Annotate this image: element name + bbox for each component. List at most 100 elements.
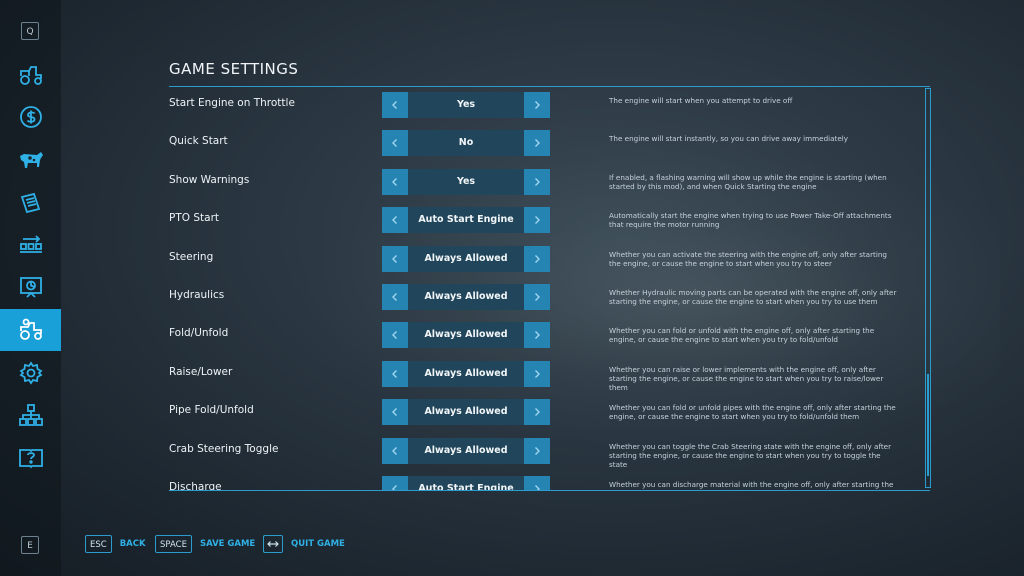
selector-next-button[interactable] <box>524 476 550 490</box>
quit-game-label: QUIT GAME <box>291 539 345 549</box>
setting-label: Quick Start <box>169 135 228 148</box>
selector-prev-button[interactable] <box>382 399 408 426</box>
chevron-right-icon <box>535 369 540 378</box>
setting-selector[interactable]: Yes <box>382 92 550 118</box>
setting-description: The engine will start instantly, so you … <box>609 134 849 144</box>
setting-selector[interactable]: Always Allowed <box>382 399 550 426</box>
setting-description: Whether you can toggle the Crab Steering… <box>609 441 892 469</box>
setting-label: Steering <box>169 250 214 263</box>
setting-value: Always Allowed <box>408 284 524 310</box>
selector-prev-button[interactable] <box>382 207 408 234</box>
setting-selector[interactable]: Always Allowed <box>382 245 550 272</box>
selector-prev-button[interactable] <box>382 284 408 310</box>
setting-selector[interactable]: Always Allowed <box>382 284 550 310</box>
setting-selector[interactable]: Always Allowed <box>382 322 550 349</box>
chevron-right-icon <box>535 139 540 148</box>
setting-value: Always Allowed <box>408 360 524 387</box>
setting-label: Fold/Unfold <box>169 327 229 340</box>
quit-game-button[interactable]: QUIT GAME <box>263 535 345 553</box>
selector-prev-button[interactable] <box>382 437 408 464</box>
settings-scrollbar[interactable] <box>925 88 931 488</box>
sidebar-item-multiplayer[interactable] <box>0 394 61 436</box>
sidebar-item-vehicles[interactable] <box>0 54 61 96</box>
setting-selector[interactable]: Always Allowed <box>382 360 550 387</box>
settings-list: Start Engine on Throttle Yes The engine wi… <box>169 88 930 490</box>
setting-selector[interactable]: Auto Start Engine <box>382 476 550 490</box>
chevron-left-icon <box>392 216 397 225</box>
chevron-left-icon <box>392 369 397 378</box>
selector-prev-button[interactable] <box>382 130 408 157</box>
setting-description: If enabled, a flashing warning will show… <box>609 172 887 191</box>
selector-next-button[interactable] <box>524 399 550 426</box>
selector-prev-button[interactable] <box>382 360 408 387</box>
setting-label: Pipe Fold/Unfold <box>169 404 254 417</box>
selector-next-button[interactable] <box>524 245 550 272</box>
setting-row: Crab Steering Toggle Always Allowed Whethe… <box>169 437 930 469</box>
scrollbar-thumb[interactable] <box>927 374 929 476</box>
setting-label: Hydraulics <box>169 289 225 301</box>
sidebar-item-general-settings[interactable] <box>0 352 61 394</box>
back-label: BACK <box>119 539 146 549</box>
selector-next-button[interactable] <box>524 92 550 118</box>
setting-value: Always Allowed <box>408 322 524 349</box>
selector-prev-button[interactable] <box>382 476 408 490</box>
selector-next-button[interactable] <box>524 437 550 464</box>
selector-prev-button[interactable] <box>382 322 408 349</box>
sidebar-item-production[interactable] <box>0 224 61 266</box>
sidebar-item-statistics[interactable] <box>0 266 61 308</box>
setting-value: Yes <box>408 168 524 195</box>
selector-next-button[interactable] <box>524 130 550 157</box>
page-title: GAME SETTINGS <box>169 60 299 78</box>
hierarchy-icon <box>18 404 43 426</box>
documents-icon <box>20 192 40 214</box>
save-game-label: SAVE GAME <box>199 539 256 549</box>
setting-row: Quick Start No The engine will start insta… <box>169 130 930 157</box>
sidebar-item-help[interactable] <box>0 437 61 479</box>
setting-description: Whether you can fold or unfold with the … <box>609 326 875 345</box>
sidebar-item-mod-settings[interactable] <box>0 309 61 351</box>
chevron-left-icon <box>392 331 397 340</box>
selector-next-button[interactable] <box>524 207 550 234</box>
selector-next-button[interactable] <box>524 322 550 349</box>
setting-label: Discharge <box>169 481 222 490</box>
selector-next-button[interactable] <box>524 284 550 310</box>
selector-next-button[interactable] <box>524 168 550 195</box>
chevron-right-icon <box>535 446 540 455</box>
setting-label: Start Engine on Throttle <box>169 97 295 109</box>
setting-row: Raise/Lower Always Allowed Whether you can… <box>169 360 930 392</box>
selector-prev-button[interactable] <box>382 92 408 118</box>
setting-selector[interactable]: Always Allowed <box>382 437 550 464</box>
chevron-right-icon <box>535 408 540 417</box>
save-game-button[interactable]: SPACE SAVE GAME <box>155 535 255 553</box>
chevron-right-icon <box>535 254 540 263</box>
setting-label: PTO Start <box>169 212 219 225</box>
sidebar-item-animals[interactable] <box>0 139 61 181</box>
sidebar-item-contracts[interactable] <box>0 182 61 224</box>
setting-value: No <box>408 130 524 157</box>
chevron-right-icon <box>535 216 540 225</box>
setting-selector[interactable]: No <box>382 130 550 157</box>
quit-key-hint <box>263 535 283 553</box>
next-page-key-hint: E <box>21 536 39 554</box>
title-divider <box>169 86 930 87</box>
chevron-left-icon <box>392 446 397 455</box>
setting-value: Always Allowed <box>408 399 524 426</box>
selector-next-button[interactable] <box>524 360 550 387</box>
chevron-right-icon <box>535 101 540 109</box>
selector-prev-button[interactable] <box>382 245 408 272</box>
back-button[interactable]: ESC BACK <box>85 535 146 553</box>
setting-description: Whether you can fold or unfold pipes wit… <box>609 403 896 422</box>
setting-value: Yes <box>408 92 524 118</box>
chevron-left-icon <box>392 293 397 301</box>
setting-value: Auto Start Engine <box>408 207 524 234</box>
dollar-icon <box>19 106 42 128</box>
space-key-hint: SPACE <box>155 535 192 553</box>
list-bottom-divider <box>169 490 930 491</box>
setting-description: Whether Hydraulic moving parts can be op… <box>609 288 897 306</box>
selector-prev-button[interactable] <box>382 168 408 195</box>
setting-row: Fold/Unfold Always Allowed Whether you can… <box>169 322 930 349</box>
sidebar-item-finances[interactable] <box>0 96 61 138</box>
setting-selector[interactable]: Yes <box>382 168 550 195</box>
setting-selector[interactable]: Auto Start Engine <box>382 207 550 234</box>
setting-description: The engine will start when you attempt t… <box>609 96 793 105</box>
